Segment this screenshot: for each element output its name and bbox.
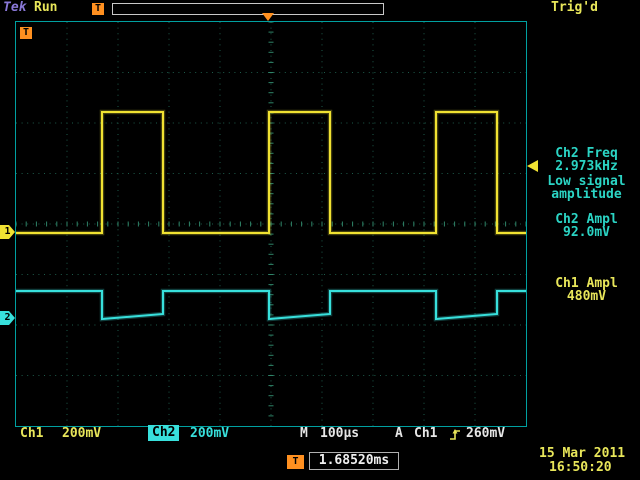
measurement-ch2-ampl-value: 92.0mV [533, 226, 640, 239]
ch1-scale-label: Ch1 [20, 427, 43, 441]
ch2-trace-glow [16, 291, 526, 319]
ch1-scale-value: 200mV [62, 427, 101, 441]
measurement-warning-line2: amplitude [533, 188, 640, 201]
trigger-level-flag: T [20, 27, 32, 39]
timebase-label: M [300, 427, 308, 441]
ch2-ground-marker: 2 [0, 311, 15, 325]
graticule [15, 21, 527, 427]
oscilloscope-screen: Tek Run T Trig'd T 1 2 Ch2 Freq 2.973kHz… [0, 0, 640, 480]
timebase-value: 100µs [320, 427, 359, 441]
trigger-level-value: 260mV [466, 427, 505, 441]
trigger-t-icon-top: T [92, 3, 104, 15]
trigger-position-marker-icon [262, 13, 274, 21]
ch2-scale-value: 200mV [190, 427, 229, 441]
ch1-trace-glow [16, 112, 526, 233]
trigger-status: Trig'd [551, 1, 598, 15]
delay-t-icon: T [287, 455, 304, 469]
measurement-ch2-freq-value: 2.973kHz [533, 160, 640, 173]
trigger-source: Ch1 [414, 427, 437, 441]
ch1-ground-marker: 1 [0, 225, 15, 239]
delay-readout: 1.68520ms [309, 452, 399, 470]
ch2-scale-label: Ch2 [148, 425, 179, 441]
waveform-display [16, 22, 526, 426]
rising-edge-icon [449, 428, 461, 441]
tek-logo: Tek [3, 1, 26, 15]
acquisition-status: Run [34, 1, 57, 15]
trigger-mode: A [395, 427, 403, 441]
record-view-bar [112, 3, 384, 15]
date-display: 15 Mar 2011 [539, 447, 625, 461]
trigger-level-arrow-icon [527, 160, 538, 172]
measurement-ch1-ampl-value: 480mV [533, 290, 640, 303]
time-display: 16:50:20 [549, 461, 612, 475]
